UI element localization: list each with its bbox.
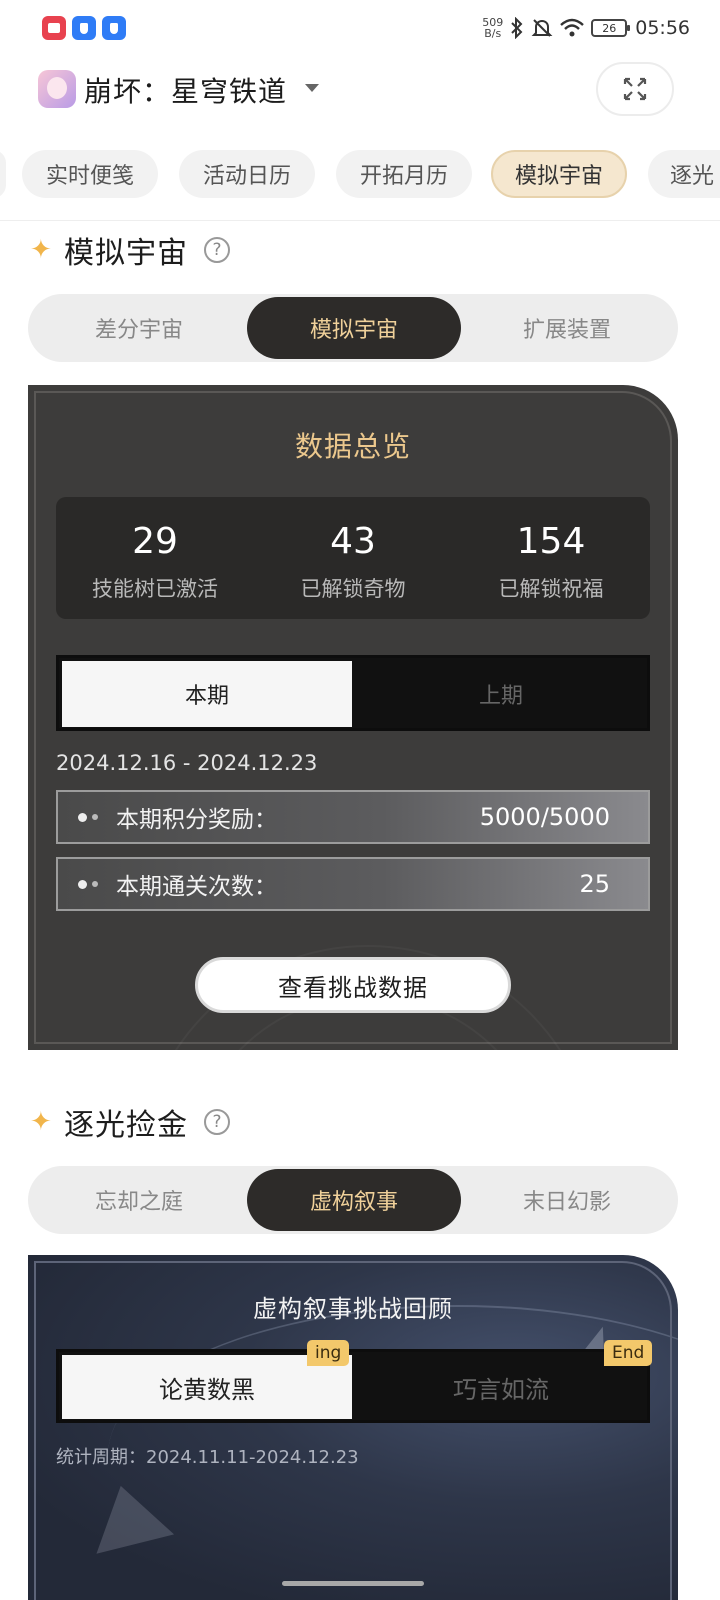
segment-forgotten-hall[interactable]: 忘却之庭	[32, 1166, 246, 1234]
app-header: 崩坏：星穹铁道	[0, 60, 720, 120]
card-title: 数据总览	[294, 430, 411, 463]
tab-monthly-calendar[interactable]: 开拓月历	[336, 150, 472, 198]
sparkle-icon: ✦	[30, 1107, 52, 1137]
status-indicators: 509 B/s 26 05:56	[482, 14, 690, 42]
top-tab-bar: 实时便笺 活动日历 开拓月历 模拟宇宙 逐光	[0, 150, 720, 200]
tab-light-pursuit[interactable]: 逐光	[648, 150, 720, 198]
card-title: 虚构叙事挑战回顾	[253, 1295, 453, 1323]
overview-card: 数据总览 29 技能树已激活 43 已解锁奇物 154 已解锁祝福 本期 上期 …	[28, 385, 678, 1050]
tab-simulated-universe[interactable]: 模拟宇宙	[491, 150, 627, 198]
tab-offscreen-left[interactable]	[0, 150, 6, 198]
row-value: 5000/5000	[479, 803, 610, 831]
segment-pure-fiction[interactable]: 虚构叙事	[247, 1169, 461, 1231]
status-badge-ongoing: ing	[307, 1340, 350, 1366]
date-range: 2024.12.16 - 2024.12.23	[56, 751, 318, 775]
stats-panel: 29 技能树已激活 43 已解锁奇物 154 已解锁祝福	[56, 497, 650, 619]
challenge-review-card: 虚构叙事挑战回顾 论黄数黑 巧言如流 ing End 统计周期：2024.11.…	[28, 1255, 678, 1600]
game-avatar[interactable]	[38, 70, 76, 108]
section-title: 逐光捡金	[64, 1108, 188, 1143]
bluetooth-icon	[511, 17, 523, 39]
tab-activity-calendar[interactable]: 活动日历	[179, 150, 315, 198]
shield-app-icon	[72, 16, 96, 40]
segment-simulated-universe[interactable]: 模拟宇宙	[247, 297, 461, 359]
stat-value: 29	[132, 521, 178, 562]
stat-label: 技能树已激活	[92, 577, 218, 601]
section-heading: ✦ 模拟宇宙 ?	[30, 230, 230, 271]
status-bar: 509 B/s 26 05:56	[0, 0, 720, 56]
period-previous-button[interactable]: 上期	[356, 661, 646, 727]
status-badge-ended: End	[604, 1340, 653, 1366]
close-button[interactable]	[596, 62, 674, 116]
universe-mode-switch: 差分宇宙 模拟宇宙 扩展装置	[28, 294, 678, 362]
section-heading: ✦ 逐光捡金 ?	[30, 1102, 230, 1143]
game-selector-title[interactable]: 崩坏：星穹铁道	[84, 70, 287, 110]
period-switch: 本期 上期	[56, 655, 650, 731]
stat-value: 43	[330, 521, 376, 562]
shield-app-icon	[102, 16, 126, 40]
home-indicator[interactable]	[282, 1581, 424, 1586]
row-value: 25	[579, 870, 610, 898]
tab-realtime-notes[interactable]: 实时便笺	[22, 150, 158, 198]
chevron-down-icon[interactable]	[305, 84, 319, 92]
stat-curios: 43 已解锁奇物	[254, 497, 452, 619]
stage-label: 论黄数黑	[159, 1375, 255, 1404]
reward-points-row: 本期积分奖励： 5000/5000	[56, 790, 650, 844]
row-label: 本期通关次数：	[116, 874, 277, 900]
battery-icon: 26	[591, 19, 631, 37]
dots-icon	[78, 879, 106, 889]
challenge-mode-switch: 忘却之庭 虚构叙事 末日幻影	[28, 1166, 678, 1234]
segment-apocalyptic-shadow[interactable]: 末日幻影	[460, 1166, 674, 1234]
sparkle-icon: ✦	[30, 235, 52, 265]
network-speed: 509 B/s	[482, 16, 504, 40]
stat-skill-tree: 29 技能树已激活	[56, 497, 254, 619]
stage-previous-button[interactable]: 巧言如流	[356, 1355, 646, 1419]
segment-expansion-device[interactable]: 扩展装置	[460, 294, 674, 362]
statistics-period: 统计周期：2024.11.11-2024.12.23	[56, 1447, 359, 1468]
stat-label: 已解锁祝福	[498, 577, 604, 601]
segment-divergent-universe[interactable]: 差分宇宙	[32, 294, 246, 362]
period-current-button[interactable]: 本期	[62, 661, 352, 727]
help-icon[interactable]: ?	[204, 237, 230, 263]
clock: 05:56	[635, 17, 690, 39]
help-icon[interactable]: ?	[204, 1109, 230, 1135]
dots-icon	[78, 812, 106, 822]
stat-blessings: 154 已解锁祝福	[452, 497, 650, 619]
screen-recorder-icon	[42, 16, 66, 40]
stat-value: 154	[516, 521, 586, 562]
wifi-icon	[560, 18, 585, 37]
clear-count-row: 本期通关次数： 25	[56, 857, 650, 911]
stage-label: 巧言如流	[453, 1375, 549, 1404]
bell-muted-icon	[531, 19, 553, 37]
divider	[0, 220, 720, 221]
row-label: 本期积分奖励：	[116, 807, 277, 833]
close-icon	[623, 77, 647, 101]
section-title: 模拟宇宙	[64, 236, 188, 271]
view-challenge-data-button[interactable]: 查看挑战数据	[195, 957, 511, 1013]
stage-switch: 论黄数黑 巧言如流 ing End	[56, 1340, 653, 1423]
stat-label: 已解锁奇物	[300, 577, 406, 601]
